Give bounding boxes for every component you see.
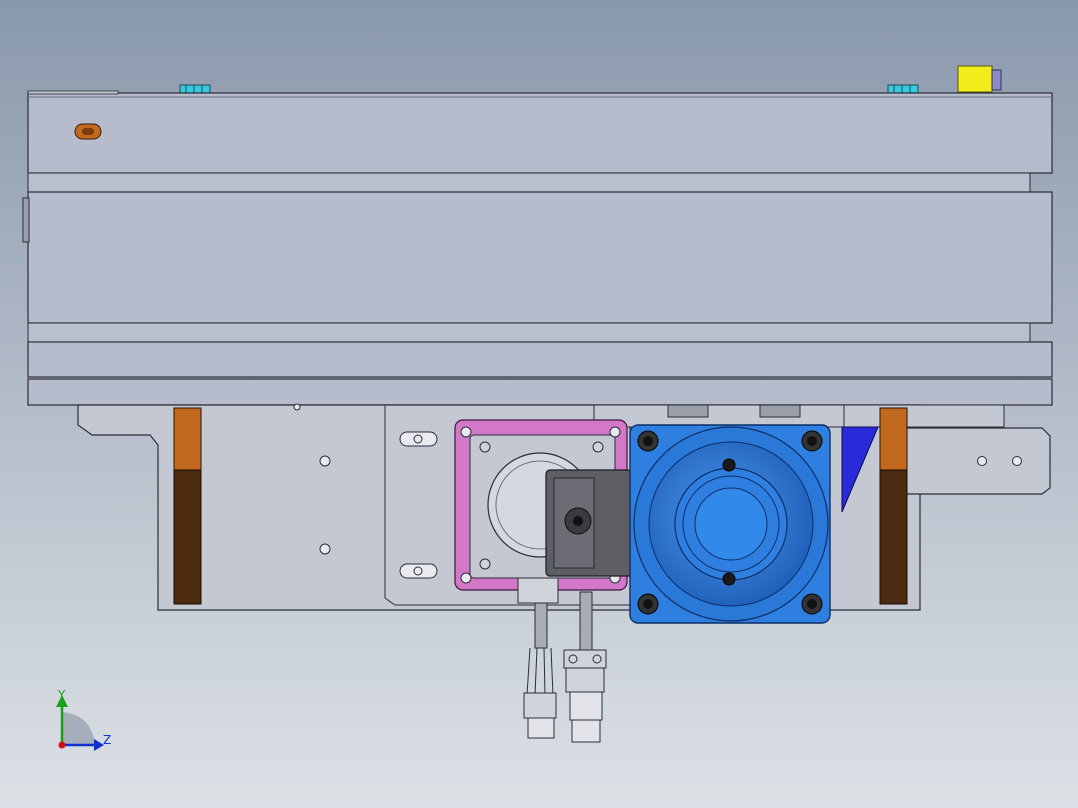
coupling-block [545,469,633,577]
plate-hole-3 [293,403,301,411]
motor-shaft-housing-2 [759,404,801,418]
spacer-strip [27,172,1031,193]
cyan-fitting-right [887,84,919,94]
right-rail [879,407,908,605]
servo-motor [629,424,831,624]
right-bracket-hole-1 [977,456,987,466]
motor-shaft-housing [667,404,709,418]
middle-plate [22,191,1053,324]
y-axis-label: Y [57,688,66,702]
top-bracket-flange [843,404,1005,428]
slot-hole-2 [399,563,438,579]
plate-hole-2 [319,543,331,555]
lower-plate-2 [27,378,1053,406]
spacer-strip-2 [27,322,1031,343]
top-bracket [593,404,845,428]
x-axis-dot [58,741,66,749]
cad-viewport[interactable]: Y Z [0,0,1078,808]
cyan-fitting-left [179,84,211,94]
lower-plate-1 [27,341,1053,378]
right-bracket-hole-2 [1012,456,1022,466]
cad-drawing: Y Z [0,0,1078,808]
copper-slot [74,123,102,140]
z-axis-label: Z [103,733,111,747]
plate-hole-1 [319,455,331,467]
slot-hole-1 [399,431,438,447]
top-plate [27,90,1053,174]
yellow-block [957,65,1002,93]
left-rail [173,407,202,605]
